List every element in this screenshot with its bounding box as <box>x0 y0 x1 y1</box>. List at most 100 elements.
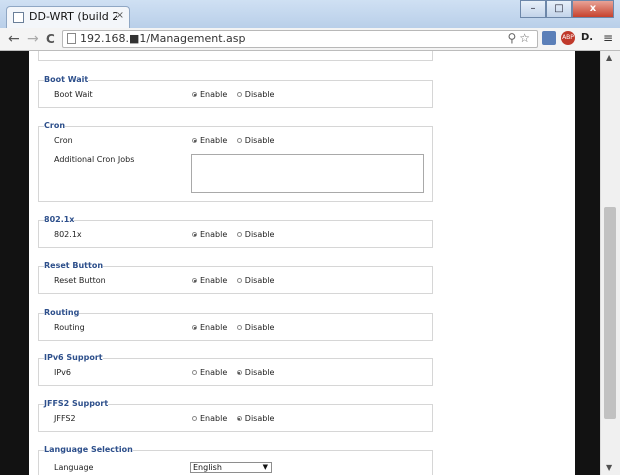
window-controls: – □ x <box>520 0 614 18</box>
language-label: Language <box>54 463 94 472</box>
option-label: Disable <box>244 90 275 99</box>
routing-enable-option[interactable]: Enable <box>192 323 227 332</box>
section-legend: Boot Wait <box>44 75 89 84</box>
option-label: Enable <box>200 414 228 423</box>
cron-disable-option[interactable]: Disable <box>236 136 275 145</box>
radio-icon[interactable] <box>236 325 242 330</box>
radio-icon[interactable] <box>192 370 197 375</box>
cron-radio-group: Enable Disable <box>192 136 281 145</box>
boot-wait-label: Boot Wait <box>54 90 93 99</box>
radio-selected-icon[interactable] <box>236 416 242 421</box>
d-extension-icon[interactable]: D. <box>580 31 594 45</box>
option-label: Enable <box>200 276 228 285</box>
option-label: Disable <box>244 230 275 239</box>
option-label: Enable <box>200 136 228 145</box>
boot-wait-section: Boot Wait Boot Wait Enable Disable <box>38 75 433 108</box>
jffs2-section: JFFS2 Support JFFS2 Enable Disable <box>38 399 433 432</box>
radio-icon[interactable] <box>236 138 242 143</box>
address-bar[interactable]: 192.168.■1/Management.asp ⚲☆ <box>62 30 538 48</box>
extension-icon[interactable] <box>542 31 556 45</box>
radio-icon[interactable] <box>236 92 242 97</box>
ipv6-enable-option[interactable]: Enable <box>192 368 227 377</box>
menu-icon[interactable]: ≡ <box>601 31 615 45</box>
maximize-button[interactable]: □ <box>546 0 572 18</box>
reset-button-label: Reset Button <box>54 276 106 285</box>
adblock-icon[interactable]: ABP <box>561 31 575 45</box>
section-legend: JFFS2 Support <box>44 399 109 408</box>
routing-disable-option[interactable]: Disable <box>236 323 275 332</box>
forward-arrow-icon[interactable]: → <box>27 30 39 48</box>
option-label: Disable <box>244 414 275 423</box>
dot1x-enable-option[interactable]: Enable <box>192 230 227 239</box>
reset-button-section: Reset Button Reset Button Enable Disable <box>38 261 433 294</box>
radio-icon[interactable] <box>236 232 242 237</box>
jffs2-label: JFFS2 <box>54 414 76 423</box>
language-select[interactable]: English ▼ <box>190 462 272 473</box>
section-legend: Routing <box>44 308 80 317</box>
dropdown-arrow-icon: ▼ <box>262 463 268 471</box>
radio-selected-icon[interactable] <box>192 92 197 97</box>
option-label: Enable <box>200 368 228 377</box>
ipv6-radio-group: Enable Disable <box>192 368 281 377</box>
ipv6-section: IPv6 Support IPv6 Enable Disable <box>38 353 433 386</box>
radio-icon[interactable] <box>192 416 197 421</box>
scroll-thumb[interactable] <box>604 207 616 419</box>
bookmark-star-icon[interactable]: ⚲☆ <box>507 31 533 45</box>
scroll-down-icon[interactable]: ▼ <box>606 463 612 472</box>
dot1x-section: 802.1x 802.1x Enable Disable <box>38 215 433 248</box>
language-selected-value: English <box>193 463 222 472</box>
cron-label: Cron <box>54 136 73 145</box>
boot-wait-disable-option[interactable]: Disable <box>236 90 275 99</box>
cron-enable-option[interactable]: Enable <box>192 136 227 145</box>
radio-selected-icon[interactable] <box>236 370 242 375</box>
back-arrow-icon[interactable]: ← <box>8 30 20 48</box>
dot1x-disable-option[interactable]: Disable <box>236 230 275 239</box>
browser-tab[interactable]: DD-WRT (build 2200 × <box>6 6 130 28</box>
dot1x-label: 802.1x <box>54 230 82 239</box>
url-text[interactable]: 192.168.■1/Management.asp <box>80 32 246 45</box>
cron-jobs-textarea[interactable] <box>191 154 424 193</box>
router-favicon-icon <box>13 12 24 23</box>
language-section: Language Selection Language English ▼ <box>38 445 433 475</box>
boot-wait-enable-option[interactable]: Enable <box>192 90 227 99</box>
radio-icon[interactable] <box>236 278 242 283</box>
option-label: Enable <box>200 90 228 99</box>
ipv6-disable-option[interactable]: Disable <box>236 368 275 377</box>
option-label: Disable <box>244 323 275 332</box>
tab-title: DD-WRT (build 2200 <box>29 10 117 23</box>
scroll-up-icon[interactable]: ▲ <box>606 53 612 62</box>
close-window-button[interactable]: x <box>572 0 614 18</box>
option-label: Disable <box>244 136 275 145</box>
reset-disable-option[interactable]: Disable <box>236 276 275 285</box>
tab-close-icon[interactable]: × <box>116 10 124 21</box>
section-legend: Reset Button <box>44 261 104 270</box>
jffs2-radio-group: Enable Disable <box>192 414 281 423</box>
management-content: Boot Wait Boot Wait Enable Disable Cron … <box>29 51 575 475</box>
routing-label: Routing <box>54 323 85 332</box>
dot1x-radio-group: Enable Disable <box>192 230 281 239</box>
vertical-scrollbar[interactable]: ▲ ▼ <box>600 51 620 475</box>
radio-selected-icon[interactable] <box>192 138 197 143</box>
section-legend: Language Selection <box>44 445 133 454</box>
radio-selected-icon[interactable] <box>192 232 197 237</box>
jffs2-enable-option[interactable]: Enable <box>192 414 227 423</box>
section-legend: 802.1x <box>44 215 75 224</box>
reload-icon[interactable]: C <box>46 30 55 48</box>
routing-section: Routing Routing Enable Disable <box>38 308 433 341</box>
jffs2-disable-option[interactable]: Disable <box>236 414 275 423</box>
title-bar: DD-WRT (build 2200 × – □ x <box>0 0 620 28</box>
minimize-button[interactable]: – <box>520 0 546 18</box>
boot-wait-radio-group: Enable Disable <box>192 90 281 99</box>
section-legend: IPv6 Support <box>44 353 103 362</box>
option-label: Disable <box>244 276 275 285</box>
reset-radio-group: Enable Disable <box>192 276 281 285</box>
reset-enable-option[interactable]: Enable <box>192 276 227 285</box>
previous-section-box <box>38 51 433 61</box>
browser-toolbar: ← → C 192.168.■1/Management.asp ⚲☆ ABP D… <box>0 28 620 51</box>
option-label: Enable <box>200 230 228 239</box>
radio-selected-icon[interactable] <box>192 325 197 330</box>
routing-radio-group: Enable Disable <box>192 323 281 332</box>
option-label: Disable <box>244 368 275 377</box>
radio-selected-icon[interactable] <box>192 278 197 283</box>
option-label: Enable <box>200 323 228 332</box>
